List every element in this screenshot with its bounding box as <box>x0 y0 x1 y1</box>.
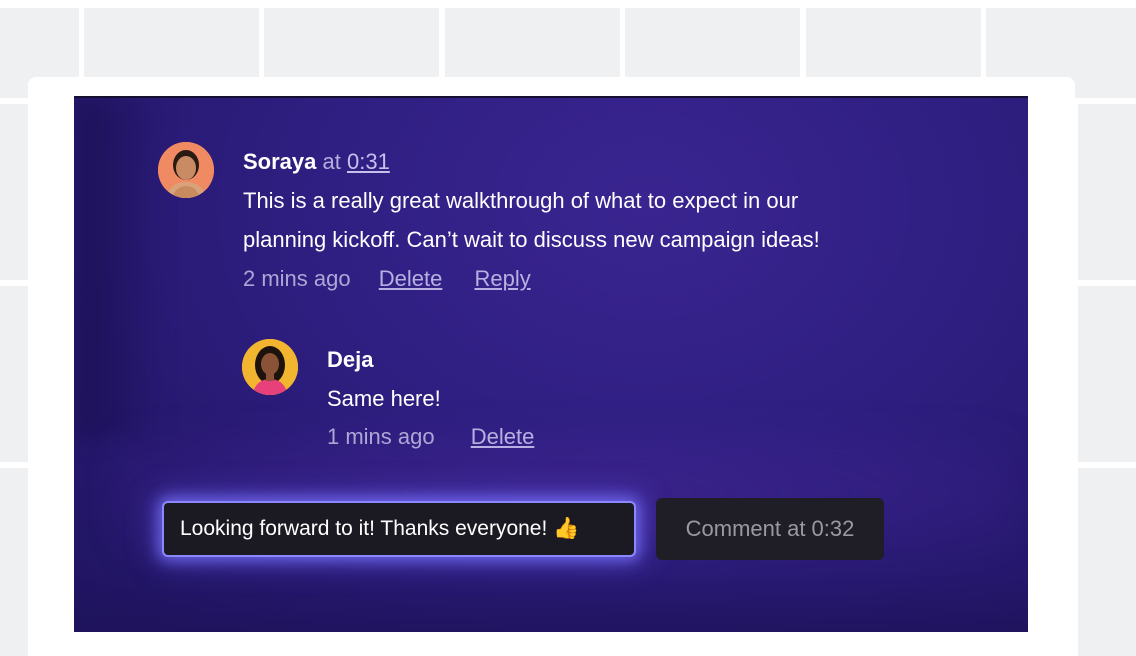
comment-text-line: planning kickoff. Can’t wait to discuss … <box>243 227 820 252</box>
blurred-background-shape <box>74 98 164 438</box>
delete-reply-link[interactable]: Delete <box>471 424 535 449</box>
comment-input[interactable]: Looking forward to it! Thanks everyone! 👍 <box>162 501 636 557</box>
reply-meta: 1 mins ago Delete <box>327 422 534 452</box>
reply-author: Deja <box>327 341 373 379</box>
at-label: at <box>322 149 341 174</box>
comment-text-line: This is a really great walkthrough of wh… <box>243 188 799 213</box>
comment-meta: 2 mins ago Delete Reply <box>243 264 531 294</box>
reply-age: 1 mins ago <box>327 424 435 449</box>
blurred-background-shape <box>74 572 1028 632</box>
comment-header: Soraya at 0:31 <box>243 143 390 181</box>
delete-comment-link[interactable]: Delete <box>379 266 443 291</box>
reply-text: Same here! <box>327 386 441 411</box>
comment-age: 2 mins ago <box>243 266 351 291</box>
person-avatar-icon <box>242 339 298 395</box>
video-frame[interactable]: Soraya at 0:31 This is a really great wa… <box>74 96 1028 632</box>
reply-author-name: Deja <box>327 347 374 372</box>
avatar-deja <box>242 339 298 395</box>
comment-at-time-button[interactable]: Comment at 0:32 <box>656 498 884 560</box>
comment-input-value: Looking forward to it! Thanks everyone! <box>180 517 548 540</box>
avatar-soraya <box>158 142 214 198</box>
comment-author: Soraya <box>243 149 317 174</box>
person-avatar-icon <box>158 142 214 198</box>
thumbs-up-icon: 👍 <box>553 517 580 540</box>
comment-timestamp-link[interactable]: 0:31 <box>347 149 390 174</box>
reply-link[interactable]: Reply <box>474 266 530 291</box>
